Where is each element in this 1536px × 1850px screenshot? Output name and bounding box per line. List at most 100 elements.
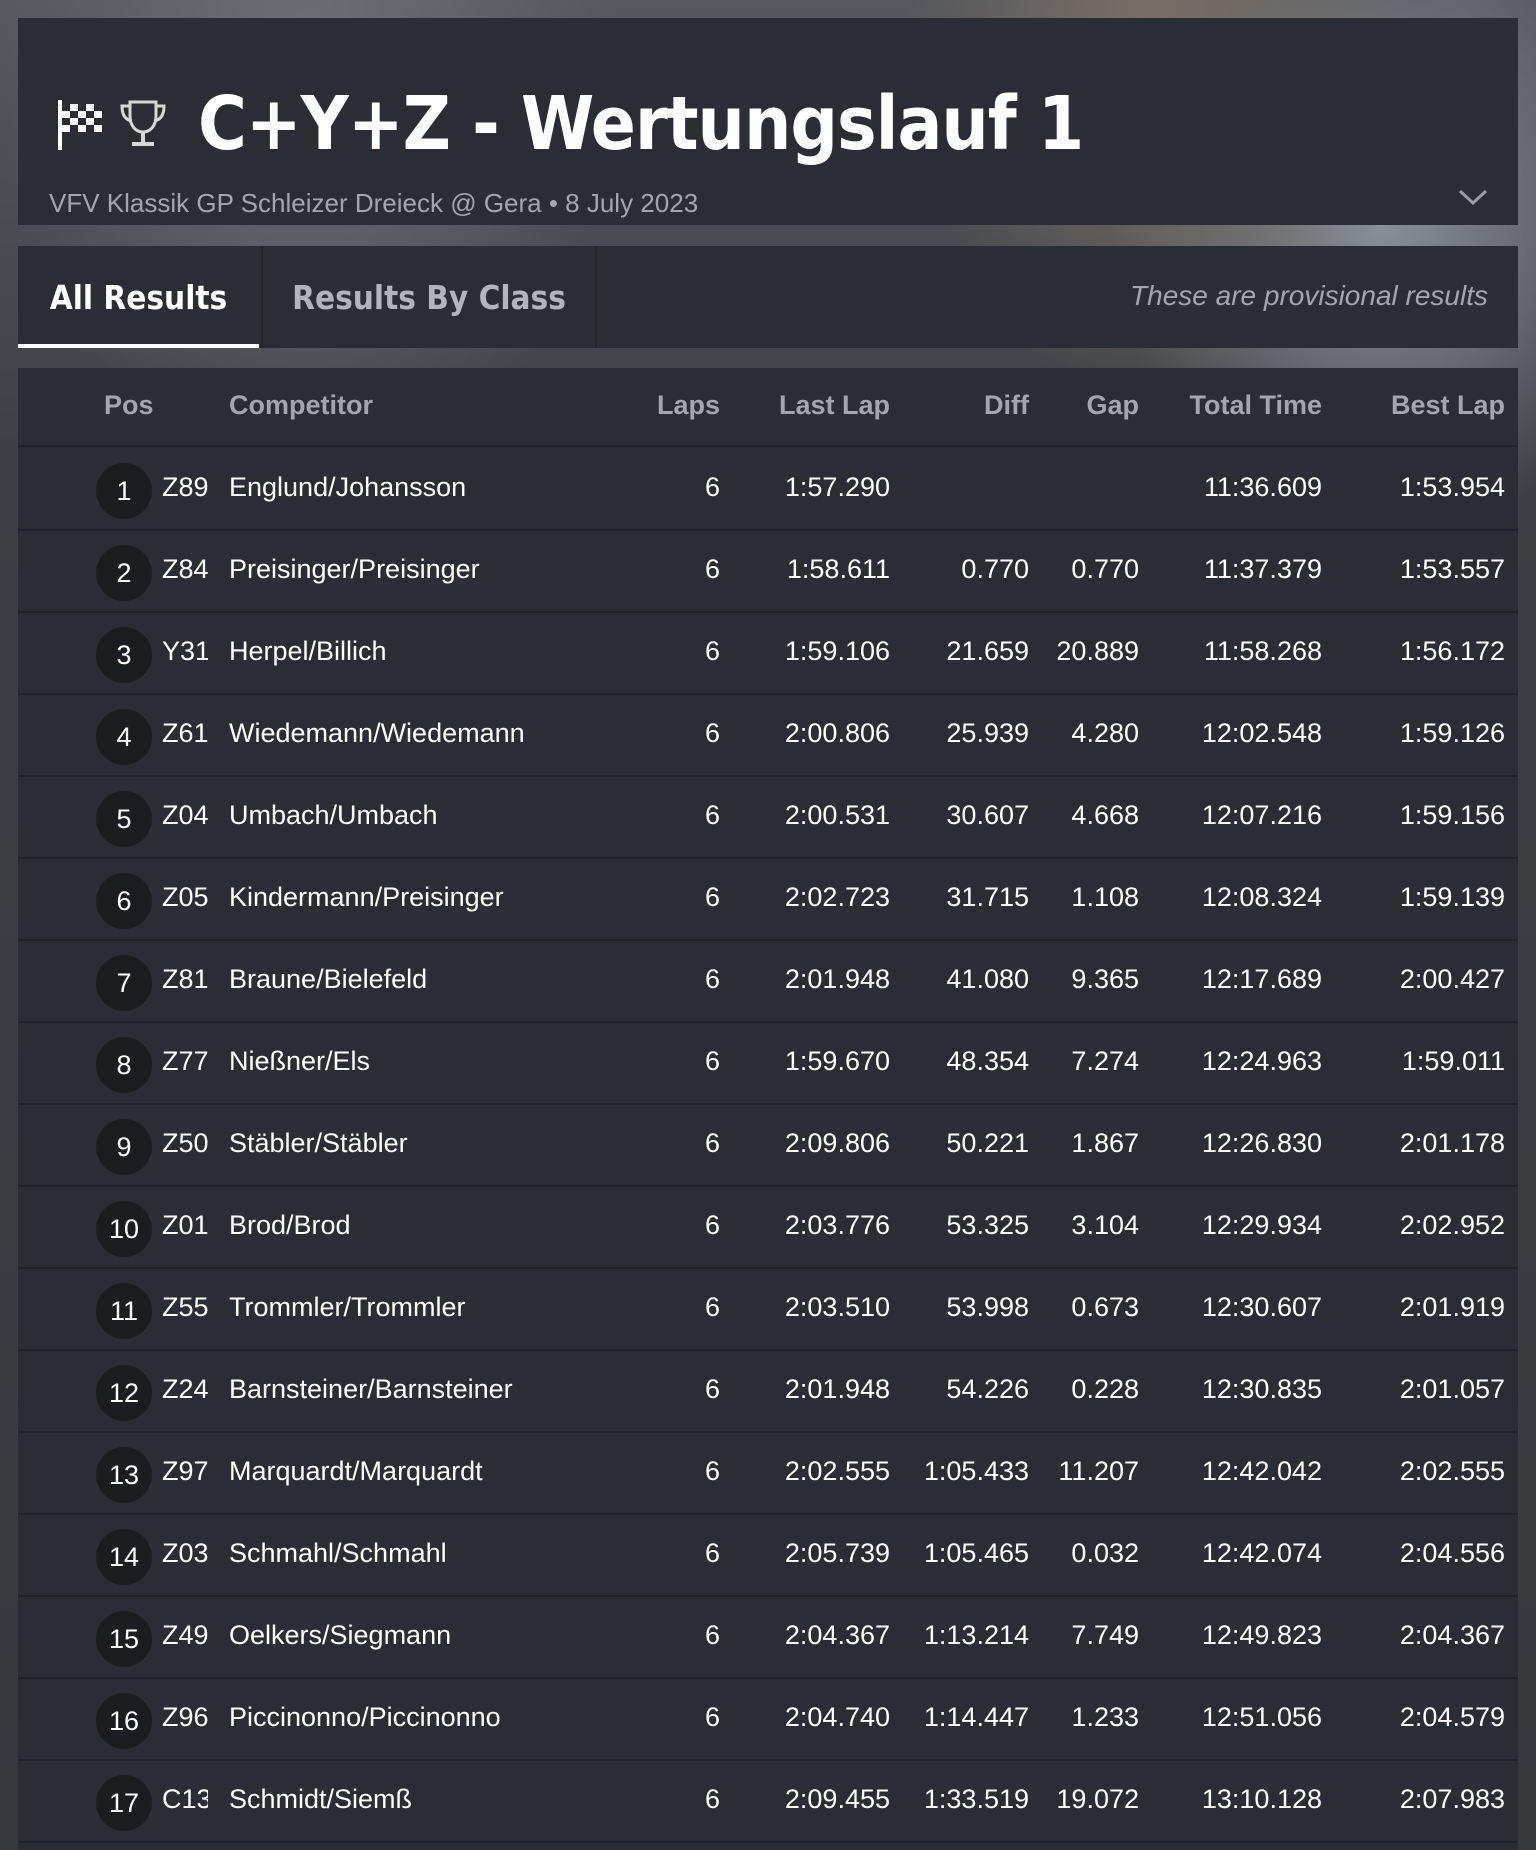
laps-value: 6 <box>704 1620 720 1650</box>
competitor-name: Trommler/Trommler <box>229 1292 466 1322</box>
position-badge: 4 <box>96 709 152 765</box>
diff-value: 53.998 <box>946 1292 1029 1322</box>
start-number: Z24 <box>162 1374 208 1404</box>
diff-value: 30.607 <box>946 800 1029 830</box>
best-lap-value: 2:02.952 <box>1399 1210 1505 1240</box>
best-lap-value: 1:59.156 <box>1399 800 1505 830</box>
col-pos[interactable]: Pos <box>104 390 154 421</box>
diff-value: 0.770 <box>961 554 1029 584</box>
laps-value: 6 <box>704 1456 720 1486</box>
table-row[interactable]: 9 Z50 Stäbler/Stäbler 6 2:09.806 50.221 1.867 1… <box>18 1105 1518 1187</box>
total-time-value: 12:08.324 <box>1201 882 1322 912</box>
laps-value: 6 <box>704 1702 720 1732</box>
competitor-name: Barnsteiner/Barnsteiner <box>229 1374 513 1404</box>
position-badge: 3 <box>96 627 152 683</box>
table-row[interactable]: 3 Y31 Herpel/Billich 6 1:59.106 21.659 20.889 1… <box>18 613 1518 695</box>
gap-value: 19.072 <box>1056 1784 1139 1814</box>
col-diff[interactable]: Diff <box>898 390 1029 421</box>
position-badge: 7 <box>96 955 152 1011</box>
laps-value: 6 <box>704 554 720 584</box>
chevron-down-icon[interactable] <box>1456 186 1490 208</box>
position-badge: 15 <box>96 1611 152 1667</box>
col-competitor[interactable]: Competitor <box>229 390 373 421</box>
table-row[interactable]: 10 Z01 Brod/Brod 6 2:03.776 53.325 3.104 12:29.… <box>18 1187 1518 1269</box>
last-lap-value: 2:09.806 <box>784 1128 890 1158</box>
laps-value: 6 <box>704 800 720 830</box>
competitor-name: Nießner/Els <box>229 1046 371 1076</box>
table-row[interactable]: 7 Z81 Braune/Bielefeld 6 2:01.948 41.080 9.365… <box>18 941 1518 1023</box>
table-row[interactable]: 2 Z84 Preisinger/Preisinger 6 1:58.611 0.770 0… <box>18 531 1518 613</box>
table-row[interactable]: 5 Z04 Umbach/Umbach 6 2:00.531 30.607 4.668 12:… <box>18 777 1518 859</box>
competitor-name: Wiedemann/Wiedemann <box>229 718 525 748</box>
tab-all-results[interactable]: All Results <box>18 246 259 348</box>
position-badge: 17 <box>96 1775 152 1831</box>
competitor-name: Umbach/Umbach <box>229 800 438 830</box>
table-row[interactable]: 14 Z03 Schmahl/Schmahl 6 2:05.739 1:05.465 0.0… <box>18 1515 1518 1597</box>
gap-value: 3.104 <box>1071 1210 1139 1240</box>
position-badge: 16 <box>96 1693 152 1749</box>
table-row[interactable]: 12 Z24 Barnsteiner/Barnsteiner 6 2:01.948 54.… <box>18 1351 1518 1433</box>
best-lap-value: 2:07.983 <box>1399 1784 1505 1814</box>
best-lap-value: 2:04.367 <box>1399 1620 1505 1650</box>
table-row[interactable]: 6 Z05 Kindermann/Preisinger 6 2:02.723 31.715… <box>18 859 1518 941</box>
col-total-time[interactable]: Total Time <box>1153 390 1322 421</box>
table-header: Pos Competitor Laps Last Lap Diff Gap To… <box>18 368 1518 447</box>
last-lap-value: 2:04.740 <box>784 1702 890 1732</box>
total-time-value: 12:26.830 <box>1201 1128 1322 1158</box>
start-number: C13 <box>162 1784 208 1814</box>
competitor-name: Englund/Johansson <box>229 472 467 502</box>
table-row[interactable]: 4 Z61 Wiedemann/Wiedemann 6 2:00.806 25.939 4.… <box>18 695 1518 777</box>
table-row[interactable]: 1 Z89 Englund/Johansson 6 1:57.290 11:36.609 1… <box>18 449 1518 531</box>
diff-value: 48.354 <box>946 1046 1029 1076</box>
laps-value: 6 <box>704 472 720 502</box>
table-row[interactable]: 15 Z49 Oelkers/Siegmann 6 2:04.367 1:13.214 7.… <box>18 1597 1518 1679</box>
best-lap-value: 2:01.919 <box>1399 1292 1505 1322</box>
results-table: Pos Competitor Laps Last Lap Diff Gap To… <box>18 368 1518 1850</box>
table-row[interactable]: 11 Z55 Trommler/Trommler 6 2:03.510 53.998 0.6… <box>18 1269 1518 1351</box>
table-row[interactable]: 16 Z96 Piccinonno/Piccinonno 6 2:04.740 1:14.… <box>18 1679 1518 1761</box>
total-time-value: 12:02.548 <box>1201 718 1322 748</box>
start-number: Z84 <box>162 554 208 584</box>
laps-value: 6 <box>704 1128 720 1158</box>
gap-value: 0.228 <box>1071 1374 1139 1404</box>
diff-value: 50.221 <box>946 1128 1029 1158</box>
diff-value: 1:05.433 <box>923 1456 1029 1486</box>
competitor-name: Oelkers/Siegmann <box>229 1620 452 1650</box>
table-row[interactable]: 17 C13 Schmidt/Siemß 6 2:09.455 1:33.519 19.07… <box>18 1761 1518 1843</box>
total-time-value: 12:29.934 <box>1201 1210 1322 1240</box>
total-time-value: 12:51.056 <box>1201 1702 1322 1732</box>
total-time-value: 13:10.128 <box>1201 1784 1322 1814</box>
last-lap-value: 2:03.510 <box>784 1292 890 1322</box>
position-badge: 5 <box>96 791 152 847</box>
last-lap-value: 2:01.948 <box>784 964 890 994</box>
event-subtitle: VFV Klassik GP Schleizer Dreieck @ Gera … <box>49 188 699 218</box>
last-lap-value: 2:09.455 <box>784 1784 890 1814</box>
last-lap-value: 2:01.948 <box>784 1374 890 1404</box>
diff-value: 1:33.519 <box>923 1784 1029 1814</box>
results-tabs: All Results Results By Class These are p… <box>18 246 1518 348</box>
gap-value: 9.365 <box>1071 964 1139 994</box>
col-best-lap[interactable]: Best Lap <box>1338 390 1505 421</box>
table-row[interactable]: 13 Z97 Marquardt/Marquardt 6 2:02.555 1:05.43… <box>18 1433 1518 1515</box>
laps-value: 6 <box>704 1210 720 1240</box>
last-lap-value: 1:59.106 <box>784 636 890 666</box>
laps-value: 6 <box>704 1538 720 1568</box>
total-time-value: 12:30.607 <box>1201 1292 1322 1322</box>
start-number: Z89 <box>162 472 208 502</box>
title-row: C+Y+Z - Wertungslauf 1 <box>54 70 1084 178</box>
last-lap-value: 1:59.670 <box>784 1046 890 1076</box>
position-badge: 12 <box>96 1365 152 1421</box>
start-number: Z77 <box>162 1046 208 1076</box>
gap-value: 4.668 <box>1071 800 1139 830</box>
total-time-value: 12:24.963 <box>1201 1046 1322 1076</box>
race-header: C+Y+Z - Wertungslauf 1 VFV Klassik GP Sc… <box>18 18 1518 225</box>
best-lap-value: 2:04.556 <box>1399 1538 1505 1568</box>
position-badge: 6 <box>96 873 152 929</box>
competitor-name: Braune/Bielefeld <box>229 964 428 994</box>
table-row[interactable]: 8 Z77 Nießner/Els 6 1:59.670 48.354 7.274 12:24… <box>18 1023 1518 1105</box>
col-gap[interactable]: Gap <box>1033 390 1139 421</box>
start-number: Z96 <box>162 1702 208 1732</box>
col-laps[interactable]: Laps <box>598 390 720 421</box>
tab-results-by-class[interactable]: Results By Class <box>261 246 597 348</box>
col-last-lap[interactable]: Last Lap <box>730 390 890 421</box>
